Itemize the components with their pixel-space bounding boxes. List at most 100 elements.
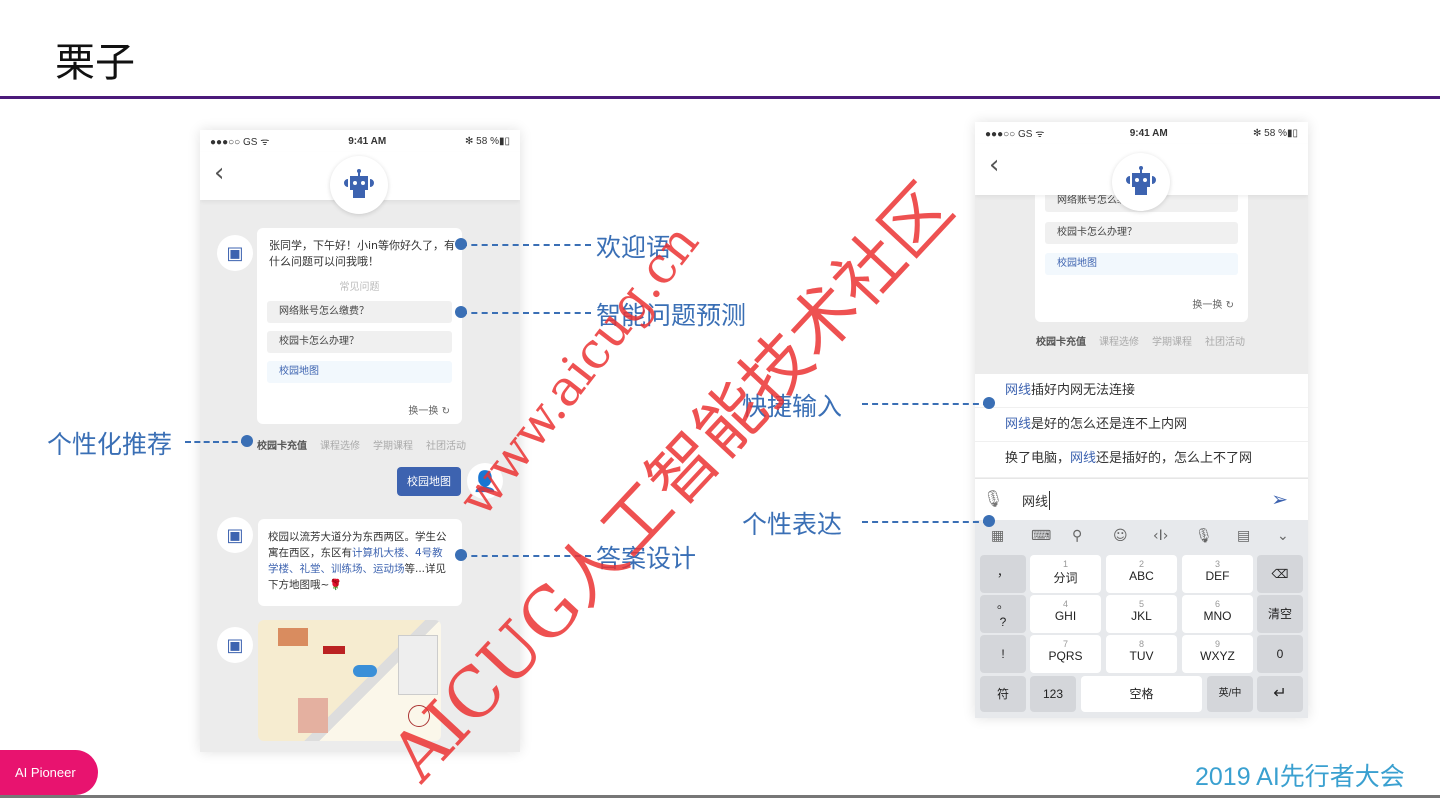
greeting-text: 张同学，下午好！小in等你好久了，有什么问题可以问我哦！: [269, 239, 456, 268]
key-2[interactable]: 2 ABC: [1106, 555, 1177, 593]
recommend-tabs: 校园卡充值 课程选修 学期课程 社团活动: [1036, 333, 1245, 348]
tab[interactable]: 校园卡充值: [257, 437, 307, 452]
suggestion-text: 是好的怎么还是连不上内网: [1031, 417, 1188, 432]
carrier: ●●●○○ GS ᯤ: [210, 137, 270, 148]
tab[interactable]: 学期课程: [1152, 333, 1192, 348]
backspace-key[interactable]: ⌫: [1257, 555, 1303, 593]
keyword: 网线: [1005, 417, 1032, 432]
punct-key[interactable]: 。?: [980, 595, 1026, 633]
right-phone-mockup: 网络账号怎么缴费？ 校园卡怎么办理？ 校园地图 换一换 ↻ ●●●○○ GS ᯤ…: [975, 122, 1308, 718]
tab[interactable]: 学期课程: [373, 437, 413, 452]
slide-title: 栗子: [55, 40, 135, 86]
microphone-icon[interactable]: 🎙: [983, 489, 1003, 508]
key-number: 6: [1214, 599, 1220, 609]
footer-brand-logo: 2019 AI先行者大会: [1195, 763, 1405, 791]
faq-question[interactable]: 校园卡怎么办理？: [1045, 222, 1238, 244]
refresh-icon: ↻: [1225, 300, 1234, 311]
key-number: 3: [1214, 559, 1220, 569]
refresh-button[interactable]: 换一换 ↻: [408, 402, 450, 417]
robot-icon: [1112, 153, 1170, 211]
collapse-icon[interactable]: ⌄: [1277, 528, 1289, 544]
emoji-icon[interactable]: ☺: [1113, 528, 1128, 544]
voice-icon[interactable]: 🎙: [1195, 528, 1213, 544]
tab[interactable]: 课程选修: [320, 437, 360, 452]
punct-key[interactable]: ，: [980, 555, 1026, 593]
label-recommend: 个性化推荐: [47, 430, 173, 459]
suggestion-item[interactable]: 网线插好内网无法连接: [975, 374, 1308, 408]
key-letters: MNO: [1203, 609, 1232, 623]
send-icon[interactable]: ➢: [1271, 487, 1288, 511]
battery: ✻ 58 %▮▯: [465, 135, 510, 147]
key-letters: TUV: [1129, 649, 1154, 663]
status-bar: ●●●○○ GS ᯤ 9:41 AM ✻ 58 %▮▯: [200, 130, 520, 152]
welcome-card: 张同学，下午好！小in等你好久了，有什么问题可以问我哦！ 常见问题 网络账号怎么…: [257, 228, 462, 424]
key-number: 7: [1062, 639, 1068, 649]
footer-rule: [0, 795, 1440, 798]
tab[interactable]: 社团活动: [1205, 333, 1245, 348]
tab[interactable]: 校园卡充值: [1036, 333, 1086, 348]
battery: ✻ 58 %▮▯: [1253, 127, 1298, 139]
faq-question[interactable]: 网络账号怎么缴费？: [267, 301, 452, 323]
key-6[interactable]: 6 MNO: [1182, 595, 1253, 633]
back-icon[interactable]: ‹: [989, 150, 999, 180]
connector-line: [461, 312, 591, 314]
keyboard-icon[interactable]: ⌨: [1031, 528, 1051, 544]
number-key[interactable]: 123: [1030, 676, 1076, 712]
faq-question[interactable]: 校园地图: [1045, 253, 1238, 275]
key-number: 8: [1138, 639, 1144, 649]
language-key[interactable]: 英/中: [1207, 676, 1253, 712]
faq-title: 常见问题: [339, 282, 380, 293]
clear-key[interactable]: 清空: [1257, 595, 1303, 633]
symbol-key[interactable]: 符: [980, 676, 1026, 712]
refresh-icon: ↻: [441, 406, 450, 417]
status-bar: ●●●○○ GS ᯤ 9:41 AM ✻ 58 %▮▯: [975, 122, 1308, 144]
punct-key[interactable]: !: [980, 635, 1026, 673]
key-3[interactable]: 3 DEF: [1182, 555, 1253, 593]
zero-key[interactable]: 0: [1257, 635, 1303, 673]
suggestion-text: 还是插好的，怎么上不了网: [1096, 451, 1253, 466]
clipboard-icon[interactable]: ▤: [1237, 528, 1250, 544]
key-5[interactable]: 5 JKL: [1106, 595, 1177, 633]
key-1[interactable]: 1 分词: [1030, 555, 1101, 593]
key-number: 5: [1138, 599, 1144, 609]
faq-question[interactable]: 校园地图: [267, 361, 452, 383]
key-number: 4: [1062, 599, 1068, 609]
connector-dot: [455, 549, 467, 561]
title-divider: [0, 96, 1440, 99]
search-icon[interactable]: ⚲: [1072, 528, 1082, 544]
cursor-icon[interactable]: ‹I›: [1153, 528, 1168, 544]
key-7[interactable]: 7 PQRS: [1030, 635, 1101, 673]
space-key[interactable]: 空格: [1081, 676, 1202, 712]
faq-question[interactable]: 校园卡怎么办理？: [267, 331, 452, 353]
key-number: 1: [1062, 559, 1068, 569]
key-4[interactable]: 4 GHI: [1030, 595, 1101, 633]
connector-line: [862, 521, 989, 523]
connector-dot: [241, 435, 253, 447]
key-letters: ABC: [1129, 569, 1154, 583]
key-9[interactable]: 9 WXYZ: [1182, 635, 1253, 673]
bot-avatar: ▣: [217, 235, 253, 271]
message-input[interactable]: 网线: [1022, 491, 1051, 510]
footer-badge: AI Pioneer: [0, 750, 98, 795]
tab[interactable]: 课程选修: [1099, 333, 1139, 348]
key-number: 2: [1138, 559, 1144, 569]
punct: 。: [996, 597, 1009, 611]
keyword: 网线: [1070, 451, 1097, 466]
grid-icon[interactable]: ▦: [991, 528, 1004, 544]
connector-dot: [983, 515, 995, 527]
key-letters: JKL: [1131, 609, 1152, 623]
recommend-tabs: 校园卡充值 课程选修 学期课程 社团活动: [257, 437, 466, 452]
back-icon[interactable]: ‹: [214, 158, 224, 188]
refresh-button[interactable]: 换一换 ↻: [1192, 296, 1234, 311]
enter-key[interactable]: ↵: [1257, 676, 1303, 712]
key-8[interactable]: 8 TUV: [1106, 635, 1177, 673]
robot-icon: [330, 156, 388, 214]
suggestion-item[interactable]: 换了电脑，网线还是插好的，怎么上不了网: [975, 442, 1308, 478]
connector-line: [185, 441, 247, 443]
suggestion-item[interactable]: 网线是好的怎么还是连不上内网: [975, 408, 1308, 442]
suggestion-text: 换了电脑，: [1005, 451, 1071, 466]
time: 9:41 AM: [1129, 127, 1168, 139]
connector-dot: [983, 397, 995, 409]
tab[interactable]: 社团活动: [426, 437, 466, 452]
suggestion-text: 插好内网无法连接: [1031, 383, 1136, 398]
